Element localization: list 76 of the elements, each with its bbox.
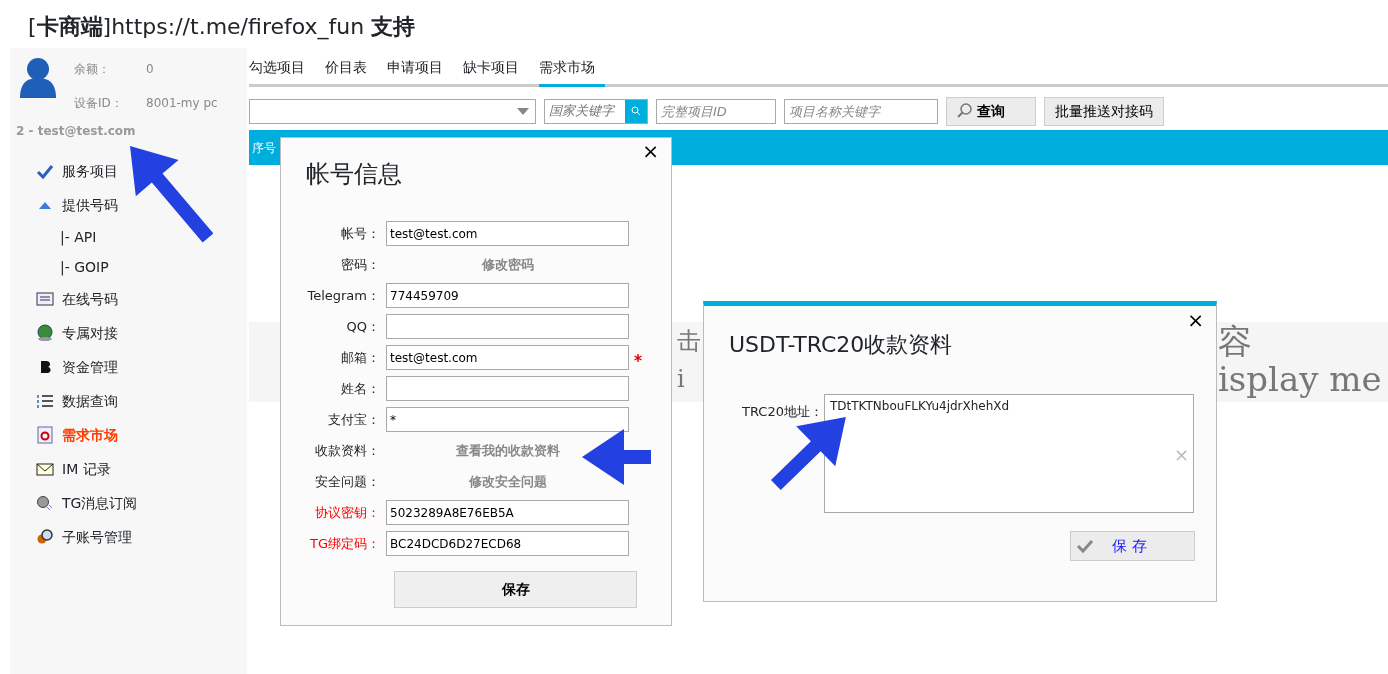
input-field[interactable]: test@test.com <box>386 345 629 370</box>
close-button[interactable]: × <box>1185 310 1206 330</box>
arrow-drawing <box>582 429 651 485</box>
account-label: 2 - test@test.com <box>16 123 137 140</box>
sidebar-item[interactable]: 服务项目 <box>10 154 247 188</box>
field-label: 帐号： <box>340 224 381 243</box>
sidebar-subitem[interactable]: |- GOIP <box>10 252 247 282</box>
dropdown[interactable] <box>249 98 536 124</box>
address-textarea[interactable]: TDtTKTNbouFLKYu4jdrXhehXd × <box>824 394 1194 513</box>
document-icon <box>36 426 54 444</box>
field-label: 密码： <box>340 255 381 274</box>
field-label: TG绑定码： <box>309 534 381 553</box>
user-avatar-icon <box>18 56 58 100</box>
country-search-field[interactable]: 国家关键字 <box>544 98 648 124</box>
sidebar-item[interactable]: 资金管理 <box>10 350 247 384</box>
column-header: 序号 <box>252 139 276 157</box>
balance-label: 余额： <box>74 61 111 78</box>
input-field[interactable]: 774459709 <box>386 283 629 308</box>
balance-value: 0 <box>146 61 154 78</box>
checkmark-icon <box>36 162 54 180</box>
dialog-title: 帐号信息 <box>306 159 403 190</box>
sidebar-subitem[interactable]: |- API <box>10 222 247 252</box>
dialog-title: USDT-TRC20收款资料 <box>729 331 953 359</box>
message-text-fragment: 击 <box>677 326 701 357</box>
save-button[interactable]: 保 存 <box>1070 531 1195 561</box>
device-id-value: 8001-my pc <box>146 95 218 112</box>
query-button[interactable]: 查询 <box>946 96 1036 126</box>
field-label: 协议密钥： <box>314 503 381 522</box>
tab[interactable]: 价目表 <box>325 53 377 84</box>
page-title: [卡商端]https://t.me/firefox_fun 支持 <box>27 13 417 42</box>
field-label: QQ： <box>345 317 381 336</box>
tab[interactable]: 缺卡项目 <box>463 53 529 84</box>
close-button[interactable]: × <box>640 141 661 161</box>
input-field[interactable]: test@test.com <box>386 221 629 246</box>
field-label: TRC20地址： <box>742 403 823 421</box>
magnifier-icon <box>36 528 54 546</box>
field-label: 姓名： <box>340 379 381 398</box>
device-id-label: 设备ID： <box>74 95 124 112</box>
numbered-list-icon <box>36 392 54 410</box>
document-icon <box>36 290 54 308</box>
push-codes-button[interactable]: 批量推送对接码 <box>1044 96 1164 126</box>
tab[interactable]: 申请项目 <box>387 53 453 84</box>
dropdown-caret-icon <box>517 107 529 115</box>
input-field[interactable]: BC24DCD6D27ECD68 <box>386 531 629 556</box>
sidebar-item[interactable]: 子账号管理 <box>10 520 247 554</box>
field-label: 邮箱： <box>340 348 381 367</box>
input-field[interactable] <box>386 376 629 401</box>
tab[interactable]: 勾选项目 <box>249 53 315 84</box>
sidebar-item[interactable]: TG消息订阅 <box>10 486 247 520</box>
sidebar-item[interactable]: 数据查询 <box>10 384 247 418</box>
project-id-field[interactable]: 完整项目ID <box>656 98 776 124</box>
field-label: 支付宝： <box>327 410 381 429</box>
save-button[interactable]: 保存 <box>394 571 637 608</box>
project-name-field[interactable]: 项目名称关键字 <box>784 98 938 124</box>
address-value: TDtTKTNbouFLKYu4jdrXhehXd <box>830 399 1010 413</box>
message-text-fragment: 容 <box>1218 322 1253 360</box>
input-field[interactable] <box>386 314 629 339</box>
sidebar-item[interactable]: 提供号码 <box>10 188 247 222</box>
field-label: 安全问题： <box>314 472 381 491</box>
input-field[interactable]: 5023289A8E76EB5A <box>386 500 629 525</box>
speaker-icon <box>36 494 54 512</box>
globe-icon <box>36 324 54 342</box>
tab[interactable]: 需求市场 <box>539 53 605 87</box>
sidebar-item[interactable]: 专属对接 <box>10 316 247 350</box>
checkmark-icon <box>1076 538 1094 554</box>
message-text-fragment: i <box>677 364 686 395</box>
envelope-icon <box>36 460 54 478</box>
search-icon <box>957 103 973 119</box>
sidebar-item[interactable]: 在线号码 <box>10 282 247 316</box>
search-icon[interactable] <box>631 106 641 116</box>
input-field[interactable]: * <box>386 407 629 432</box>
field-label: 收款资料： <box>314 441 381 460</box>
sidebar-item[interactable]: IM 记录 <box>10 452 247 486</box>
field-label: Telegram： <box>306 286 381 305</box>
up-arrow-icon <box>39 201 51 209</box>
message-text-fragment: isplay me <box>1218 360 1383 398</box>
